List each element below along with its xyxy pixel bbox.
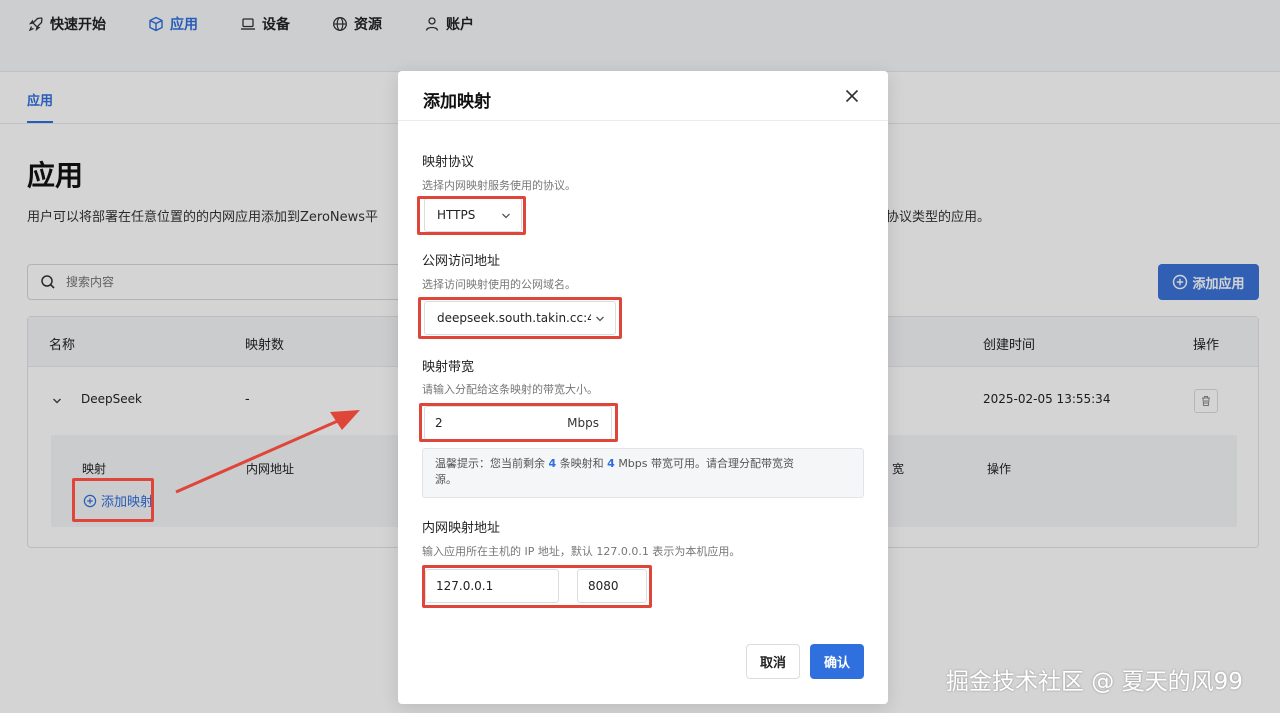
highlight-add-mapping [72,478,154,522]
protocol-hint: 选择内网映射服务使用的协议。 [422,179,576,192]
protocol-label: 映射协议 [422,155,475,170]
highlight-inner-address [422,565,652,608]
close-icon[interactable] [844,88,860,104]
tip-text: Mbps 带宽可用。请合理分配带宽资 [618,457,794,470]
add-mapping-dialog: 添加映射 映射协议 选择内网映射服务使用的协议。 HTTPS 公网访问地址 选择… [398,71,888,704]
highlight-domain [418,297,622,339]
domain-label: 公网访问地址 [422,254,501,269]
tip-text: 温馨提示：您当前剩余 [435,457,545,470]
bandwidth-hint: 请输入分配给这条映射的带宽大小。 [422,383,598,396]
bandwidth-label: 映射带宽 [422,360,475,375]
tip-text: 条映射和 [559,457,604,470]
confirm-button[interactable]: 确认 [810,644,864,679]
annotation-arrow [175,410,360,494]
dialog-title: 添加映射 [423,92,491,112]
inner-address-hint: 输入应用所在主机的 IP 地址，默认 127.0.0.1 表示为本机应用。 [422,545,741,558]
highlight-bandwidth [419,403,618,442]
tip-remaining-maps: 4 [548,457,557,470]
dialog-divider [398,120,888,121]
tip-text: 源。 [435,473,457,486]
watermark-text: 掘金技术社区 @ 夏天的风99 [946,669,1243,695]
cancel-button[interactable]: 取消 [746,644,800,679]
inner-address-label: 内网映射地址 [422,521,501,536]
quota-tip: 温馨提示：您当前剩余 4 条映射和 4 Mbps 带宽可用。请合理分配带宽资 源… [422,448,864,498]
highlight-protocol [417,196,526,235]
domain-hint: 选择访问映射使用的公网域名。 [422,278,576,291]
tip-remaining-bandwidth: 4 [607,457,615,470]
